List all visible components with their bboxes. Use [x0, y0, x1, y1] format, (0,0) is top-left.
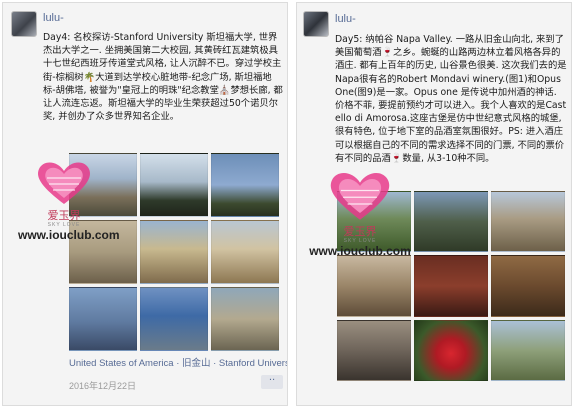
photo-sky[interactable] — [211, 153, 279, 217]
photo-garage[interactable] — [211, 287, 279, 351]
heart-icon — [330, 173, 390, 220]
photo-cellar[interactable] — [337, 319, 411, 381]
avatar[interactable] — [11, 11, 37, 37]
photo-barrels[interactable] — [491, 255, 565, 317]
photo-church[interactable] — [140, 220, 208, 284]
location-link[interactable]: United States of America · 旧金山 · Stanfor… — [69, 355, 287, 369]
heart-icon — [38, 162, 90, 204]
photo-wine-rack[interactable] — [414, 255, 488, 317]
post-text: Day5: 纳帕谷 Napa Valley. 一路从旧金山向北, 来到了美国葡萄… — [335, 34, 567, 164]
photo-courtyard[interactable] — [211, 220, 279, 284]
post-text: Day4: 名校探访-Stanford University 斯坦福大学, 世界… — [43, 32, 283, 123]
photo-trees[interactable] — [140, 153, 208, 217]
watermark-url: www.iouclub.com — [309, 244, 411, 258]
more-button[interactable]: ·· — [261, 375, 283, 389]
photo-castle-tower[interactable] — [491, 191, 565, 253]
username[interactable]: lulu- — [43, 12, 64, 24]
photo-castle-courtyard[interactable] — [337, 255, 411, 317]
photo-red-flower[interactable] — [414, 319, 488, 381]
photo-opus-one[interactable] — [491, 319, 565, 381]
watermark-brand-cn: 爱玉界 — [47, 209, 81, 222]
photo-stanford-sign[interactable] — [69, 287, 137, 351]
watermark-url: www.iouclub.com — [18, 228, 120, 242]
photo-winery-building[interactable] — [414, 191, 488, 253]
watermark-logo: 爱玉界 SKY LOVE www.iouclub.com — [304, 168, 416, 258]
watermark-logo: 爱玉界 SKY LOVE www.iouclub.com — [18, 158, 120, 242]
watermark-brand-cn: 爱玉界 — [343, 225, 377, 238]
username[interactable]: lulu- — [335, 13, 356, 25]
avatar[interactable] — [303, 11, 329, 37]
post-timestamp: 2016年12月22日 — [69, 381, 137, 391]
photo-intel-building[interactable] — [140, 287, 208, 351]
